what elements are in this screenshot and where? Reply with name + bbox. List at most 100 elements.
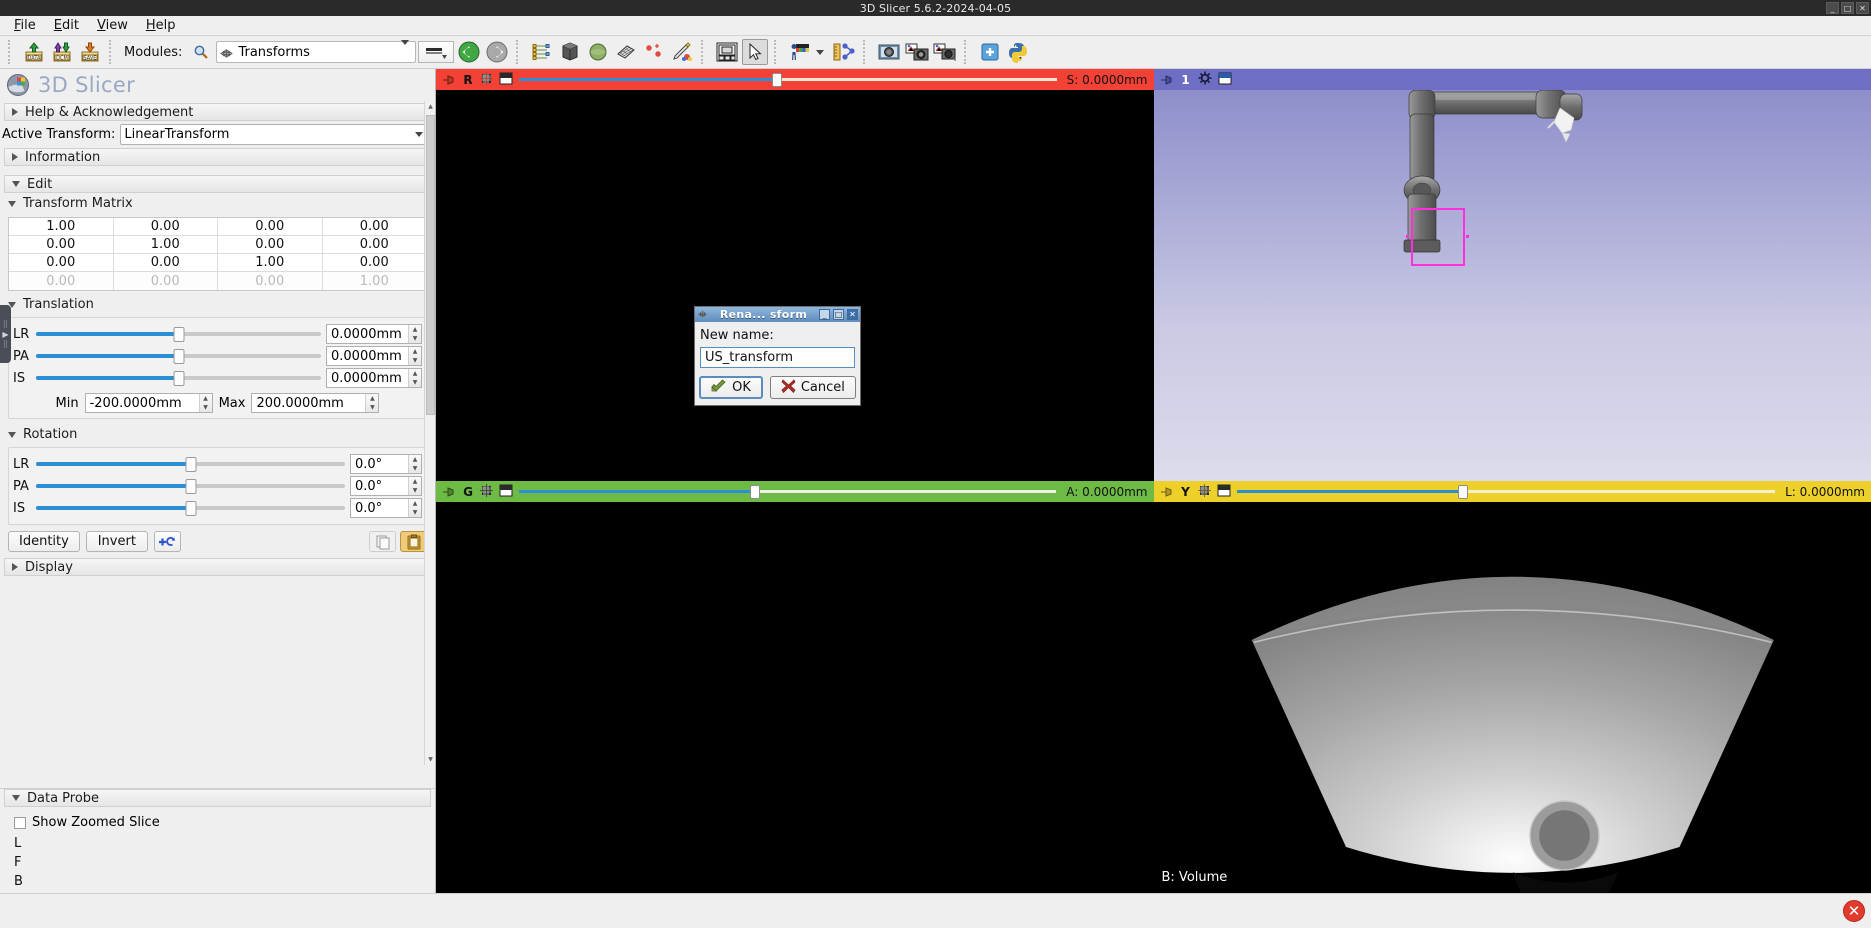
subject-hierarchy-icon[interactable]: [529, 39, 555, 65]
screenshot-icon[interactable]: [876, 39, 902, 65]
pin-icon[interactable]: [1160, 486, 1174, 498]
menu-help[interactable]: Help: [138, 16, 184, 35]
capture-icon[interactable]: [932, 39, 958, 65]
translation-pa-slider[interactable]: [36, 347, 321, 365]
scroll-down-icon[interactable]: ▼: [426, 754, 435, 765]
search-icon[interactable]: [188, 39, 214, 65]
paste-icon[interactable]: [400, 531, 427, 552]
section-information[interactable]: Information: [4, 148, 431, 166]
annotations-icon[interactable]: [669, 39, 695, 65]
slice-layout-icon[interactable]: [1217, 484, 1231, 500]
rotation-is-slider[interactable]: [36, 499, 345, 517]
matrix-cell[interactable]: 1.00: [113, 236, 218, 254]
translation-lr-slider[interactable]: [36, 325, 321, 343]
roi-handle[interactable]: [1405, 235, 1409, 238]
slice-view-green-offset-slider[interactable]: [519, 484, 1057, 499]
matrix-cell[interactable]: 1.00: [9, 218, 114, 236]
module-selector-combobox[interactable]: Transforms: [216, 39, 417, 63]
save-data-icon[interactable]: SAVE: [77, 39, 103, 65]
next-module-icon[interactable]: [484, 39, 510, 65]
maximize-view-icon[interactable]: [1218, 72, 1232, 88]
previous-module-icon[interactable]: [456, 39, 482, 65]
scroll-up-icon[interactable]: ▲: [426, 101, 435, 112]
matrix-cell[interactable]: 0.00: [218, 236, 323, 254]
module-panel-scrollbar[interactable]: ▲ ▼: [424, 101, 435, 765]
slice-view-red-canvas[interactable]: [436, 90, 1154, 481]
section-data-probe[interactable]: Data Probe: [4, 789, 431, 807]
show-zoomed-slice-checkbox[interactable]: [14, 816, 26, 829]
scene-views-icon[interactable]: [904, 39, 930, 65]
menu-file[interactable]: File: [6, 16, 44, 35]
rotation-pa-slider[interactable]: [36, 477, 345, 495]
slice-layout-icon[interactable]: [499, 72, 513, 88]
pin-icon[interactable]: [442, 74, 456, 86]
dialog-close-button[interactable]: ✕: [847, 309, 858, 320]
load-data-icon[interactable]: DATA: [21, 39, 47, 65]
transform-matrix-table[interactable]: 1.00 0.00 0.00 0.00 0.00 1.00 0.00 0.00 …: [8, 217, 427, 291]
slice-view-red[interactable]: R S: 0.0000mm: [436, 69, 1154, 481]
matrix-cell[interactable]: 0.00: [322, 218, 426, 236]
matrix-cell[interactable]: 0.00: [322, 254, 426, 272]
ok-button[interactable]: OK: [699, 376, 763, 399]
identity-button[interactable]: Identity: [8, 531, 80, 552]
matrix-cell[interactable]: 0.00: [113, 254, 218, 272]
rotation-is-spinbox[interactable]: 0.0° ▲ ▼: [350, 498, 422, 518]
section-display[interactable]: Display: [4, 558, 431, 576]
translation-is-spinbox[interactable]: 0.0000mm ▲ ▼: [326, 368, 422, 388]
slice-visibility-icon[interactable]: [480, 483, 493, 500]
matrix-cell[interactable]: 0.00: [113, 218, 218, 236]
slice-view-red-offset-slider[interactable]: [519, 72, 1057, 87]
extensions-icon[interactable]: [977, 39, 1003, 65]
segmentations-icon[interactable]: [613, 39, 639, 65]
roi-handle[interactable]: [1465, 235, 1469, 238]
three-d-view[interactable]: 1: [1153, 69, 1871, 481]
section-translation[interactable]: Translation: [0, 291, 435, 315]
spinbox-arrows[interactable]: ▲ ▼: [408, 477, 421, 495]
matrix-cell[interactable]: 0.00: [9, 254, 114, 272]
scrollbar-thumb[interactable]: [426, 115, 435, 415]
menu-view[interactable]: View: [89, 16, 136, 35]
spinbox-arrows[interactable]: ▲ ▼: [365, 394, 379, 412]
slice-view-green-canvas[interactable]: [436, 502, 1154, 893]
spinbox-arrows[interactable]: ▲ ▼: [408, 499, 421, 517]
window-close-button[interactable]: ✕: [1856, 2, 1869, 14]
gear-icon[interactable]: [1198, 71, 1212, 88]
layout-icon[interactable]: [714, 39, 740, 65]
markups-icon[interactable]: [641, 39, 667, 65]
pin-icon[interactable]: [1160, 74, 1174, 86]
menu-edit[interactable]: Edit: [46, 16, 87, 35]
pin-icon[interactable]: [442, 486, 456, 498]
slice-visibility-icon[interactable]: [480, 71, 493, 88]
slice-visibility-icon[interactable]: [1197, 483, 1211, 500]
load-dicom-icon[interactable]: DCM: [49, 39, 75, 65]
roi-box[interactable]: [1410, 208, 1465, 266]
translation-min-spinbox[interactable]: -200.0000mm ▲ ▼: [84, 393, 213, 413]
section-rotation[interactable]: Rotation: [0, 421, 435, 445]
active-transform-combobox[interactable]: LinearTransform: [120, 124, 429, 145]
models-icon[interactable]: [585, 39, 611, 65]
new-name-input[interactable]: US_transform: [700, 347, 855, 368]
color-icon[interactable]: [787, 39, 813, 65]
matrix-cell[interactable]: 0.00: [322, 236, 426, 254]
window-maximize-button[interactable]: □: [1841, 2, 1854, 14]
matrix-cell[interactable]: 0.00: [218, 218, 323, 236]
window-minimize-button[interactable]: _: [1826, 2, 1839, 14]
slice-view-yellow[interactable]: Y L: 0.0000mm B: Volume: [1153, 481, 1871, 893]
chevron-down-icon[interactable]: [816, 49, 825, 55]
show-zoomed-slice-row[interactable]: Show Zoomed Slice: [0, 807, 435, 834]
slice-view-green[interactable]: G A: 0.0000mm: [436, 481, 1154, 893]
spinbox-arrows[interactable]: ▲ ▼: [198, 394, 212, 412]
ruler-markups-icon[interactable]: [831, 39, 857, 65]
volume-rendering-icon[interactable]: [557, 39, 583, 65]
section-help-acknowledgement[interactable]: Help & Acknowledgement: [4, 103, 431, 121]
python-console-icon[interactable]: [1005, 39, 1031, 65]
chevron-down-icon[interactable]: [401, 39, 410, 60]
mouse-mode-pointer-icon[interactable]: [742, 39, 769, 65]
three-d-view-canvas[interactable]: [1153, 90, 1871, 481]
matrix-cell[interactable]: 0.00: [9, 236, 114, 254]
dialog-maximize-button[interactable]: □: [833, 309, 844, 320]
dialog-titlebar[interactable]: Rena... sform _ □ ✕: [695, 307, 860, 322]
matrix-cell[interactable]: 1.00: [218, 254, 323, 272]
spinbox-arrows[interactable]: ▲ ▼: [408, 369, 421, 387]
rotation-pa-spinbox[interactable]: 0.0° ▲ ▼: [350, 476, 422, 496]
